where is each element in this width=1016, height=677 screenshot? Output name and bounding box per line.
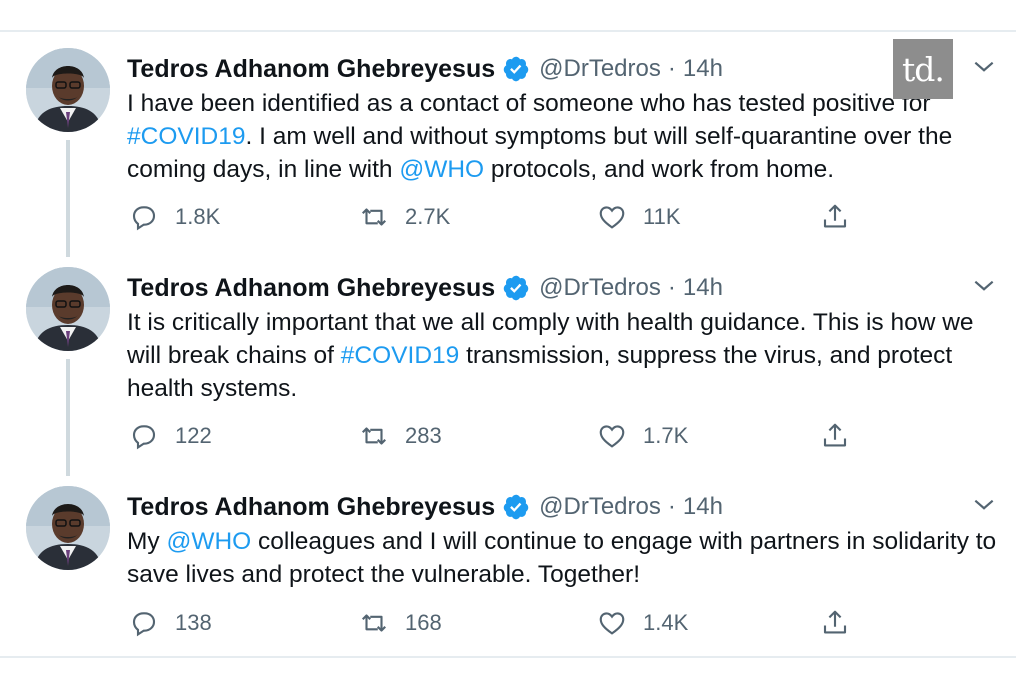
- share-button[interactable]: [820, 200, 850, 234]
- tweet-actions: 138 168 1.4K: [127, 606, 867, 640]
- hashtag-link[interactable]: #COVID19: [127, 123, 245, 150]
- reply-button[interactable]: 1.8K: [129, 200, 220, 234]
- reply-count: 122: [175, 423, 212, 448]
- like-count: 1.7K: [643, 423, 689, 448]
- tweet-header: Tedros Adhanom Ghebreyesus @DrTedros · 1…: [127, 490, 723, 524]
- author-handle[interactable]: @DrTedros: [539, 55, 661, 83]
- heart-icon: [599, 425, 625, 448]
- author-handle[interactable]: @DrTedros: [539, 493, 661, 521]
- chevron-down-icon[interactable]: [971, 273, 997, 299]
- share-icon: [823, 423, 847, 447]
- separator-dot: ·: [667, 274, 676, 301]
- retweet-icon: [361, 208, 387, 226]
- tweet-header: Tedros Adhanom Ghebreyesus @DrTedros · 1…: [127, 52, 723, 86]
- tweet-text-segment: protocols, and work from home.: [484, 156, 835, 183]
- tweet-timestamp[interactable]: 14h: [683, 55, 723, 83]
- retweet-button[interactable]: 283: [359, 419, 442, 453]
- retweet-icon: [361, 614, 387, 632]
- thread-connector: [66, 140, 70, 257]
- verified-badge-icon: [502, 493, 530, 521]
- top-divider: [0, 30, 1016, 32]
- reply-count: 138: [175, 610, 212, 635]
- avatar[interactable]: [26, 48, 110, 132]
- retweet-count: 283: [405, 423, 442, 448]
- tweet-header: Tedros Adhanom Ghebreyesus @DrTedros · 1…: [127, 271, 723, 305]
- like-count: 11K: [643, 204, 681, 229]
- bottom-divider: [0, 656, 1016, 658]
- chevron-down-icon[interactable]: [971, 54, 997, 80]
- share-icon: [823, 204, 847, 228]
- chevron-down-icon[interactable]: [971, 492, 997, 518]
- mention-link[interactable]: @WHO: [166, 528, 251, 555]
- retweet-button[interactable]: 2.7K: [359, 200, 450, 234]
- like-button[interactable]: 1.7K: [597, 419, 688, 453]
- heart-icon: [599, 206, 625, 229]
- author-name[interactable]: Tedros Adhanom Ghebreyesus: [127, 55, 495, 84]
- retweet-button[interactable]: 168: [359, 606, 442, 640]
- hashtag-link[interactable]: #COVID19: [341, 342, 459, 369]
- verified-badge-icon: [502, 55, 530, 83]
- verified-badge-icon: [502, 274, 530, 302]
- retweet-icon: [361, 427, 387, 445]
- like-button[interactable]: 11K: [597, 200, 681, 234]
- author-handle[interactable]: @DrTedros: [539, 274, 661, 302]
- separator-dot: ·: [667, 55, 676, 82]
- tweet-text-segment: colleagues and I will continue to engage…: [127, 528, 997, 588]
- reply-count: 1.8K: [175, 204, 221, 229]
- tweet-text-segment: I have been identified as a contact of s…: [127, 90, 931, 117]
- retweet-count: 2.7K: [405, 204, 451, 229]
- tweet-timestamp[interactable]: 14h: [683, 493, 723, 521]
- reply-icon: [132, 206, 156, 231]
- mention-link[interactable]: @WHO: [399, 156, 484, 183]
- watermark-logo: td.: [893, 39, 953, 99]
- tweet-text: My @WHO colleagues and I will continue t…: [127, 525, 1007, 591]
- avatar[interactable]: [26, 486, 110, 570]
- reply-button[interactable]: 122: [129, 419, 212, 453]
- heart-icon: [599, 612, 625, 635]
- separator-dot: ·: [667, 493, 676, 520]
- tweet-timestamp[interactable]: 14h: [683, 274, 723, 302]
- avatar-image: [26, 267, 110, 351]
- like-count: 1.4K: [643, 610, 689, 635]
- tweet-actions: 122 283 1.7K: [127, 419, 867, 453]
- tweet-actions: 1.8K 2.7K 11K: [127, 200, 867, 234]
- retweet-count: 168: [405, 610, 442, 635]
- tweet-text-segment: My: [127, 528, 167, 555]
- author-name[interactable]: Tedros Adhanom Ghebreyesus: [127, 274, 495, 303]
- tweet-text: It is critically important that we all c…: [127, 306, 1007, 405]
- share-button[interactable]: [820, 419, 850, 453]
- avatar[interactable]: [26, 267, 110, 351]
- like-button[interactable]: 1.4K: [597, 606, 688, 640]
- thread-connector: [66, 359, 70, 476]
- tweet-text: I have been identified as a contact of s…: [127, 87, 1007, 186]
- share-icon: [823, 610, 847, 634]
- avatar-image: [26, 48, 110, 132]
- reply-button[interactable]: 138: [129, 606, 212, 640]
- reply-icon: [132, 425, 156, 450]
- avatar-image: [26, 486, 110, 570]
- share-button[interactable]: [820, 606, 850, 640]
- author-name[interactable]: Tedros Adhanom Ghebreyesus: [127, 493, 495, 522]
- reply-icon: [132, 612, 156, 637]
